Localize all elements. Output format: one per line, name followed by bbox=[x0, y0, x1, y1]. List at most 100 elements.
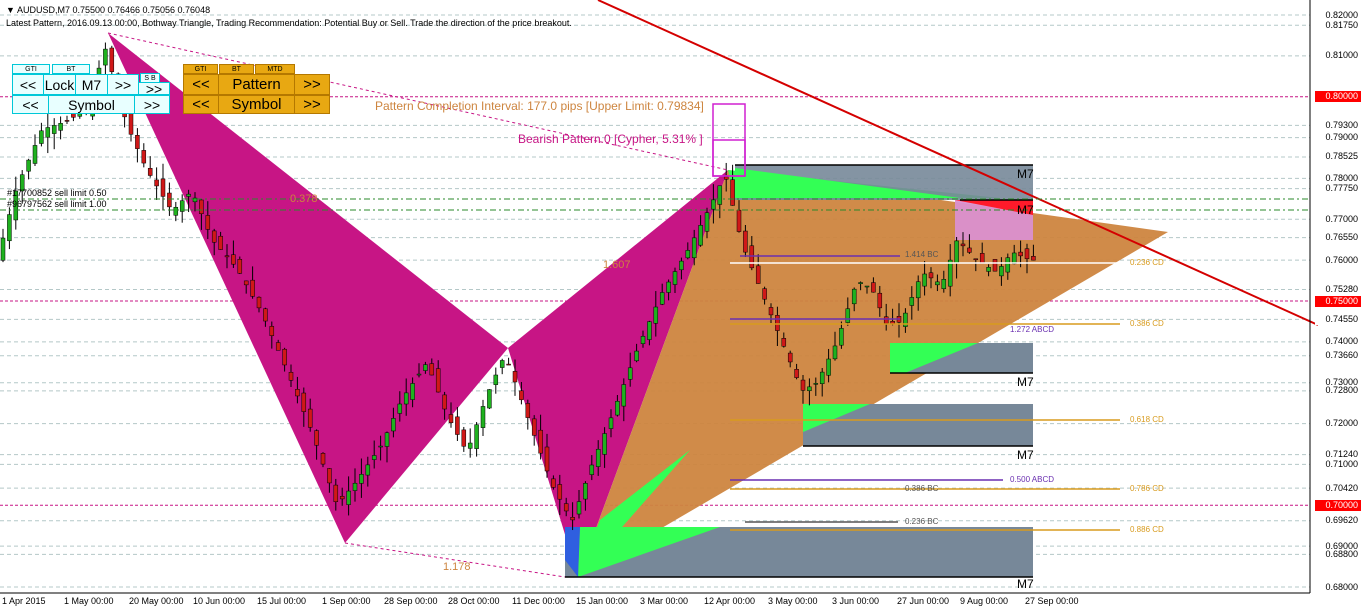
candle-body bbox=[224, 255, 230, 258]
price-label: 0.81750 bbox=[1315, 19, 1361, 31]
time-label: 27 Jun 00:00 bbox=[897, 596, 950, 606]
candle-body bbox=[691, 237, 697, 259]
candle-body bbox=[314, 430, 319, 446]
pattern-button[interactable]: Pattern bbox=[218, 74, 295, 95]
prev-symbol-orange-button[interactable]: << bbox=[183, 95, 219, 114]
candle-body bbox=[64, 120, 70, 122]
bearish-pattern-label: Bearish Pattern 0 [Cypher, 5.31% ] bbox=[518, 132, 703, 146]
time-label: 27 Sep 00:00 bbox=[1025, 596, 1079, 606]
candle-body bbox=[679, 260, 684, 271]
candle-body bbox=[410, 383, 415, 400]
candle-body bbox=[474, 424, 479, 449]
price-label: 0.79300 bbox=[1315, 119, 1361, 131]
next-symbol-orange-button[interactable]: >> bbox=[294, 95, 330, 114]
time-label: 15 Jul 00:00 bbox=[257, 596, 307, 606]
candle-body bbox=[551, 478, 556, 488]
lock-button[interactable]: Lock bbox=[43, 74, 76, 95]
tab-gti-orange[interactable]: GTI bbox=[183, 64, 218, 74]
prev-pattern-orange-button[interactable]: << bbox=[183, 74, 219, 95]
candle-body bbox=[371, 455, 377, 460]
fib-label-0386-bc: 0.386 BC bbox=[905, 484, 939, 493]
candle-body bbox=[794, 369, 799, 378]
candle-body bbox=[807, 386, 812, 392]
price-label: 0.77750 bbox=[1315, 183, 1361, 195]
price-label: 0.73660 bbox=[1315, 350, 1361, 362]
candle-body bbox=[442, 394, 447, 410]
candle-body bbox=[288, 372, 294, 381]
tab-mtd[interactable]: MTD bbox=[255, 64, 295, 74]
price-label: 0.75000 bbox=[1315, 295, 1361, 307]
candle-body bbox=[275, 342, 281, 351]
dropdown-triangle-icon[interactable]: ▼ bbox=[6, 5, 15, 15]
prev-symbol-button[interactable]: << bbox=[12, 95, 49, 114]
price-label: 0.77000 bbox=[1315, 213, 1361, 225]
candle-body bbox=[416, 373, 422, 376]
tab-gti[interactable]: GTI bbox=[12, 64, 50, 74]
price-label: 0.81000 bbox=[1315, 50, 1361, 62]
ratio-label-1178: 1.178 bbox=[443, 561, 471, 573]
candle-body bbox=[883, 316, 889, 324]
price-label: 0.78525 bbox=[1315, 151, 1361, 163]
candle-body bbox=[186, 193, 191, 197]
candle-body bbox=[51, 125, 57, 134]
next-pattern-button[interactable]: >> bbox=[107, 74, 139, 95]
candle-body bbox=[307, 408, 313, 428]
candle-body bbox=[320, 453, 326, 465]
candle-body bbox=[595, 448, 601, 467]
time-label: 9 Aug 00:00 bbox=[960, 596, 1009, 606]
timeframe-button[interactable]: M7 bbox=[75, 74, 108, 95]
candle-body bbox=[947, 259, 953, 287]
candle-body bbox=[346, 490, 351, 505]
candle-body bbox=[621, 384, 627, 407]
sell-limit-order-2[interactable]: #96797562 sell limit 1.00 bbox=[7, 199, 107, 209]
candle-body bbox=[7, 214, 12, 242]
tab-bt-orange[interactable]: BT bbox=[219, 64, 254, 74]
candle-body bbox=[365, 464, 371, 476]
candle-body bbox=[563, 503, 569, 512]
ratio-label-0378: 0.378 bbox=[290, 193, 318, 205]
candle-body bbox=[327, 468, 332, 484]
candle-body bbox=[359, 474, 364, 484]
candle-body bbox=[608, 417, 614, 429]
candle-body bbox=[58, 123, 63, 131]
next-pattern-orange-button[interactable]: >> bbox=[294, 74, 330, 95]
next-symbol-button[interactable]: >> bbox=[134, 95, 170, 114]
candle-body bbox=[615, 401, 620, 416]
candle-body bbox=[627, 367, 633, 380]
sell-limit-order-1[interactable]: #17700852 sell limit 0.50 bbox=[7, 188, 107, 198]
candle-body bbox=[167, 192, 172, 208]
price-label: 0.68000 bbox=[1315, 581, 1361, 593]
candle-body bbox=[704, 212, 710, 232]
candle-body bbox=[461, 429, 467, 447]
candle-body bbox=[391, 418, 396, 432]
tab-bt[interactable]: BT bbox=[52, 64, 90, 74]
candle-body bbox=[499, 360, 505, 368]
price-label: 0.74000 bbox=[1315, 336, 1361, 348]
symbol-orange-button[interactable]: Symbol bbox=[218, 95, 295, 114]
candle-body bbox=[819, 371, 825, 384]
candle-body bbox=[211, 230, 217, 243]
candle-body bbox=[250, 279, 255, 297]
candle-body bbox=[839, 328, 844, 346]
time-label: 11 Dec 00:00 bbox=[512, 596, 565, 606]
candle-body bbox=[775, 315, 780, 331]
prev-pattern-button[interactable]: << bbox=[12, 74, 44, 95]
candle-body bbox=[39, 130, 44, 144]
candle-body bbox=[762, 288, 767, 300]
candle-body bbox=[429, 363, 435, 376]
price-label: 0.72800 bbox=[1315, 385, 1361, 397]
candle-body bbox=[749, 245, 755, 269]
timeframe-label-m7-2: M7 bbox=[1017, 203, 1034, 217]
candle-body bbox=[525, 403, 531, 418]
symbol-ohlc: AUDUSD,M7 0.75500 0.76466 0.75056 0.7604… bbox=[16, 5, 211, 15]
candle-body bbox=[864, 285, 870, 288]
timeframe-label-m7-4: M7 bbox=[1017, 448, 1034, 462]
candle-body bbox=[237, 259, 243, 274]
time-label: 3 May 00:00 bbox=[768, 596, 818, 606]
next-pattern-button-small[interactable]: >> bbox=[138, 81, 170, 97]
candle-body bbox=[685, 250, 691, 259]
candle-body bbox=[397, 403, 403, 414]
symbol-button[interactable]: Symbol bbox=[48, 95, 135, 114]
candle-body bbox=[992, 259, 998, 272]
price-label: 0.76550 bbox=[1315, 232, 1361, 244]
